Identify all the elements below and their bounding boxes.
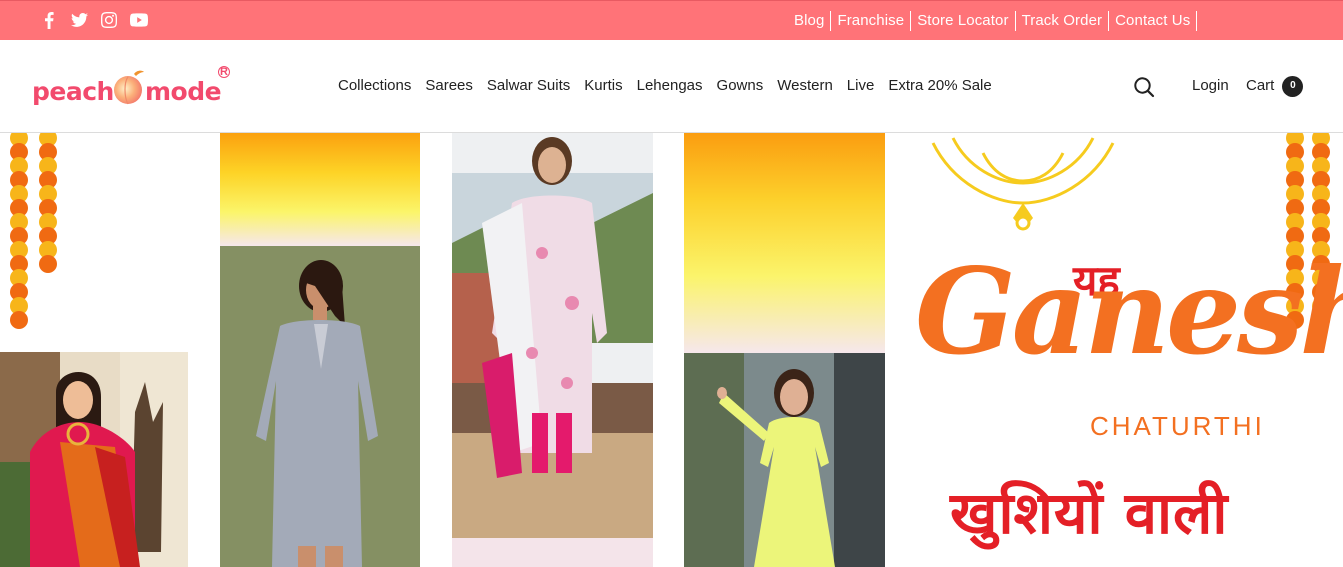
top-link-contact-us[interactable]: Contact Us (1109, 11, 1198, 31)
hero-banner[interactable]: यह Ganesh CHATURTHI खुशियों वाली (0, 133, 1343, 567)
cart-label: Cart (1246, 77, 1275, 94)
nav-item-sarees[interactable]: Sarees (418, 75, 480, 97)
hero-subtitle: CHATURTHI (1090, 411, 1265, 441)
cart-count-badge: 0 (1282, 75, 1304, 97)
pink-floral-suit-photo[interactable] (452, 133, 653, 538)
login-link[interactable]: Login (1192, 75, 1229, 97)
saree-model-photo[interactable] (0, 352, 188, 567)
cart-link[interactable]: Cart 0 (1246, 75, 1304, 97)
nav-item-kurtis[interactable]: Kurtis (577, 75, 629, 97)
ganesh-chaturthi-artwork: यह Ganesh CHATURTHI खुशियों वाली (905, 133, 1343, 567)
search-icon[interactable] (1133, 76, 1155, 98)
mandala-ornament (931, 137, 1115, 231)
yellow-gown-photo[interactable] (684, 353, 885, 567)
nav-item-western[interactable]: Western (770, 75, 840, 97)
site-header: peach mode R Collections Sarees Salwar S… (0, 40, 1343, 133)
grey-kurti-photo[interactable] (220, 246, 420, 567)
peach-icon (114, 70, 144, 105)
top-link-franchise[interactable]: Franchise (831, 11, 912, 31)
nav-item-extra-sale[interactable]: Extra 20% Sale (881, 75, 998, 97)
marigold-garland-left-2 (39, 133, 57, 273)
hindi-heading-bottom: खुशियों वाली (950, 479, 1229, 547)
top-link-track-order[interactable]: Track Order (1016, 11, 1110, 31)
site-logo[interactable]: peach mode R (32, 65, 232, 110)
marigold-flower (10, 311, 28, 329)
marigold-garland-left-1 (10, 133, 28, 329)
social-links (40, 10, 148, 30)
youtube-icon[interactable] (130, 10, 148, 30)
top-link-store-locator[interactable]: Store Locator (911, 11, 1016, 31)
nav-item-lehengas[interactable]: Lehengas (630, 75, 710, 97)
top-link-blog[interactable]: Blog (786, 11, 832, 31)
announcement-bar: Blog Franchise Store Locator Track Order… (0, 0, 1343, 40)
twitter-icon[interactable] (70, 10, 88, 30)
registered-mark: R (218, 66, 230, 78)
nav-item-collections[interactable]: Collections (331, 75, 418, 97)
main-nav: Collections Sarees Salwar Suits Kurtis L… (331, 75, 999, 97)
gradient-panel-c (452, 538, 653, 567)
gradient-panel-b (684, 133, 885, 353)
logo-text-mode: mode (145, 77, 222, 106)
logo-text-peach: peach (32, 77, 114, 106)
instagram-icon[interactable] (100, 10, 118, 30)
nav-item-salwar-suits[interactable]: Salwar Suits (480, 75, 577, 97)
hero-title: Ganesh (915, 242, 1343, 381)
marigold-flower (39, 255, 57, 273)
nav-item-live[interactable]: Live (840, 75, 882, 97)
top-links: Blog Franchise Store Locator Track Order… (786, 11, 1198, 31)
gradient-panel-a (220, 133, 420, 246)
nav-item-gowns[interactable]: Gowns (710, 75, 771, 97)
facebook-icon[interactable] (40, 10, 58, 30)
